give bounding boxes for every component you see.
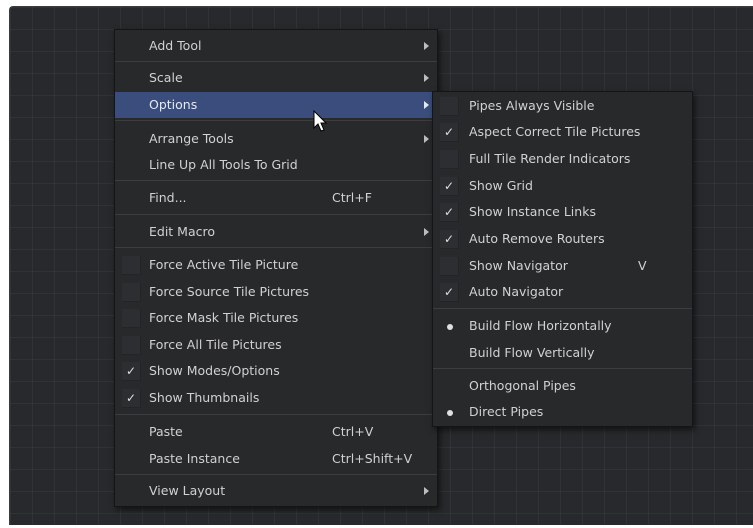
submenu-arrow-icon: [424, 487, 429, 495]
menu-item-label: Add Tool: [149, 38, 202, 53]
menu-item-add-tool[interactable]: Add Tool: [115, 33, 437, 59]
menu-separator: [433, 308, 692, 309]
menu-item-label: Auto Navigator: [469, 284, 564, 299]
menu-item-scale[interactable]: Scale: [115, 65, 437, 91]
menu-item-view-layout[interactable]: View Layout: [115, 478, 437, 504]
menu-item-label: Options: [149, 97, 198, 112]
option-full-tile-render[interactable]: Full Tile Render Indicators: [433, 146, 692, 172]
menu-item-label: Auto Remove Routers: [469, 231, 605, 246]
radio-dot-icon: [441, 313, 459, 339]
option-show-navigator[interactable]: Show Navigator V: [433, 253, 692, 279]
option-direct-pipes[interactable]: Direct Pipes: [433, 399, 692, 425]
menu-item-label: Show Navigator: [469, 258, 568, 273]
menu-item-show-thumbnails[interactable]: ✓ Show Thumbnails: [115, 385, 437, 411]
menu-item-label: Show Modes/Options: [149, 363, 280, 378]
menu-item-label: View Layout: [149, 483, 226, 498]
menu-item-label: Pipes Always Visible: [469, 98, 595, 113]
menu-separator: [115, 120, 437, 121]
shortcut-label: Ctrl+V: [332, 424, 374, 439]
menu-item-line-up-tools[interactable]: Line Up All Tools To Grid: [115, 152, 437, 178]
options-submenu: Pipes Always Visible ✓ Aspect Correct Ti…: [432, 91, 693, 427]
menu-item-label: Edit Macro: [149, 224, 216, 239]
menu-item-label: Orthogonal Pipes: [469, 378, 576, 393]
shortcut-label: Ctrl+Shift+V: [332, 451, 413, 466]
menu-item-label: Force All Tile Pictures: [149, 337, 282, 352]
checkbox-icon: [122, 336, 141, 355]
menu-item-label: Force Active Tile Picture: [149, 257, 299, 272]
checkbox-icon: [122, 256, 141, 275]
menu-item-label: Show Thumbnails: [149, 390, 260, 405]
menu-item-edit-macro[interactable]: Edit Macro: [115, 219, 437, 245]
option-auto-remove-routers[interactable]: ✓ Auto Remove Routers: [433, 226, 692, 252]
submenu-arrow-icon: [424, 101, 429, 109]
menu-item-label: Arrange Tools: [149, 131, 234, 146]
menu-item-label: Line Up All Tools To Grid: [149, 157, 298, 172]
menu-item-force-active-tile[interactable]: Force Active Tile Picture: [115, 252, 437, 278]
shortcut-label: Ctrl+F: [332, 190, 372, 205]
submenu-arrow-icon: [424, 74, 429, 82]
menu-item-force-mask-tile[interactable]: Force Mask Tile Pictures: [115, 305, 437, 331]
menu-separator: [115, 474, 437, 475]
menu-separator: [433, 368, 692, 369]
menu-separator: [115, 247, 437, 248]
option-build-flow-horizontally[interactable]: Build Flow Horizontally: [433, 313, 692, 339]
menu-item-label: Show Instance Links: [469, 204, 596, 219]
checkmark-icon: ✓: [122, 362, 141, 381]
menu-item-label: Build Flow Vertically: [469, 345, 595, 360]
checkmark-icon: ✓: [440, 177, 459, 196]
menu-separator: [115, 180, 437, 181]
menu-item-label: Scale: [149, 70, 183, 85]
option-build-flow-vertically[interactable]: Build Flow Vertically: [433, 340, 692, 366]
option-show-grid[interactable]: ✓ Show Grid: [433, 173, 692, 199]
checkmark-icon: ✓: [122, 389, 141, 408]
menu-item-label: Paste Instance: [149, 451, 240, 466]
menu-item-arrange-tools[interactable]: Arrange Tools: [115, 126, 437, 152]
menu-item-label: Paste: [149, 424, 183, 439]
menu-separator: [115, 214, 437, 215]
menu-item-label: Full Tile Render Indicators: [469, 151, 631, 166]
option-pipes-always-visible[interactable]: Pipes Always Visible: [433, 93, 692, 119]
option-aspect-correct-tile[interactable]: ✓ Aspect Correct Tile Pictures: [433, 119, 692, 145]
menu-item-label: Force Mask Tile Pictures: [149, 310, 299, 325]
menu-item-label: Show Grid: [469, 178, 533, 193]
context-menu: Add Tool Scale Options Arrange Tools Lin…: [114, 29, 438, 507]
submenu-arrow-icon: [424, 42, 429, 50]
menu-item-label: Direct Pipes: [469, 404, 544, 419]
menu-item-label: Build Flow Horizontally: [469, 318, 612, 333]
menu-item-force-all-tile[interactable]: Force All Tile Pictures: [115, 332, 437, 358]
option-auto-navigator[interactable]: ✓ Auto Navigator: [433, 279, 692, 305]
menu-item-paste[interactable]: Paste Ctrl+V: [115, 419, 437, 445]
submenu-arrow-icon: [424, 135, 429, 143]
option-show-instance-links[interactable]: ✓ Show Instance Links: [433, 199, 692, 225]
option-orthogonal-pipes[interactable]: Orthogonal Pipes: [433, 373, 692, 399]
checkmark-icon: ✓: [440, 203, 459, 222]
menu-item-paste-instance[interactable]: Paste Instance Ctrl+Shift+V: [115, 446, 437, 472]
menu-item-label: Find...: [149, 190, 187, 205]
checkbox-icon: [440, 150, 459, 169]
arrow-pointer-icon: [313, 110, 328, 132]
menu-separator: [115, 414, 437, 415]
checkmark-icon: ✓: [440, 283, 459, 302]
submenu-arrow-icon: [424, 228, 429, 236]
checkbox-icon: [122, 283, 141, 302]
checkbox-icon: [440, 97, 459, 116]
checkbox-icon: [122, 309, 141, 328]
menu-item-label: Force Source Tile Pictures: [149, 284, 310, 299]
checkmark-icon: ✓: [440, 123, 459, 142]
menu-separator: [115, 61, 437, 62]
menu-item-options[interactable]: Options: [115, 92, 437, 118]
menu-item-find[interactable]: Find... Ctrl+F: [115, 185, 437, 211]
shortcut-label: V: [638, 258, 647, 273]
checkbox-icon: [440, 257, 459, 276]
menu-item-label: Aspect Correct Tile Pictures: [469, 124, 641, 139]
menu-item-force-source-tile[interactable]: Force Source Tile Pictures: [115, 279, 437, 305]
checkmark-icon: ✓: [440, 230, 459, 249]
menu-item-show-modes-options[interactable]: ✓ Show Modes/Options: [115, 358, 437, 384]
radio-dot-icon: [441, 399, 459, 425]
